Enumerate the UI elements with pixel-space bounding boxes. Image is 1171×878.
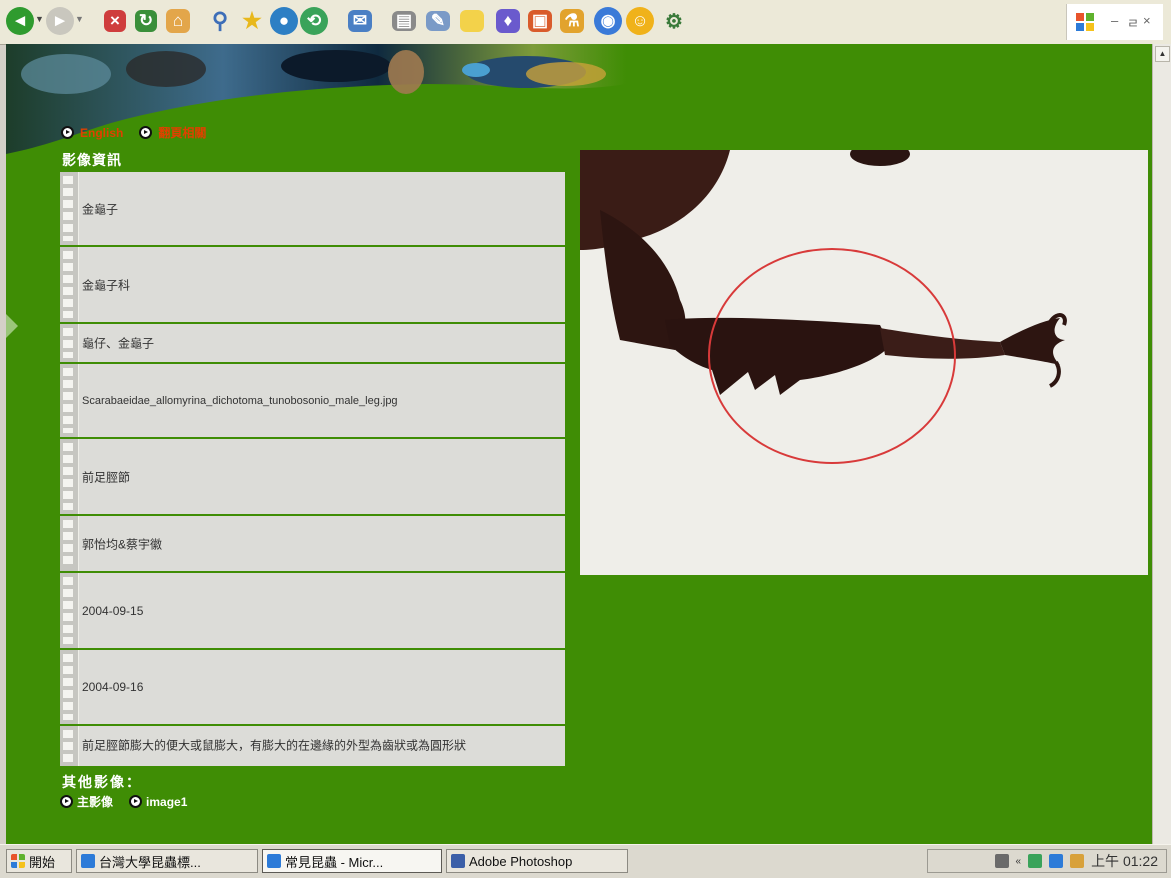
table-row: 金龜子 bbox=[60, 172, 565, 247]
messenger-icon[interactable]: ♦ bbox=[496, 9, 520, 33]
window-controls: – ㄹ × bbox=[1066, 4, 1163, 40]
english-link[interactable]: English bbox=[80, 126, 123, 140]
toolbox-icon[interactable]: ⚗ bbox=[560, 9, 584, 33]
task-label: 台灣大學昆蟲標... bbox=[99, 854, 201, 870]
row-value: 金龜子科 bbox=[82, 278, 131, 292]
home-icon[interactable]: ⌂ bbox=[166, 9, 190, 33]
row-value: 郭怡均&蔡宇徽 bbox=[82, 537, 163, 551]
research-icon[interactable]: ▣ bbox=[528, 10, 552, 32]
refresh-icon[interactable]: ↻ bbox=[135, 10, 157, 32]
smiley-icon[interactable]: ☺ bbox=[626, 7, 654, 35]
photoshop-icon bbox=[451, 854, 465, 868]
language-links: English 翻頁相關 bbox=[61, 124, 216, 141]
row-label-icon bbox=[60, 364, 79, 437]
other-images-title: 其他影像： bbox=[62, 774, 142, 790]
table-row: 前足脛節膨大的便大或鼠膨大，有膨大的在邊緣的外型為齒狀或為圓形狀 bbox=[60, 726, 565, 766]
row-label-icon bbox=[60, 726, 79, 766]
web-page: English 翻頁相關 影像資訊 金龜子 金龜子科 龜仔、金龜子 Scarab… bbox=[6, 44, 1153, 844]
bullet-icon bbox=[60, 795, 73, 808]
close-button[interactable]: × bbox=[1143, 13, 1151, 28]
row-label-icon bbox=[60, 516, 79, 571]
edit-icon[interactable]: ✎ bbox=[426, 11, 450, 31]
row-value: 龜仔、金龜子 bbox=[82, 336, 155, 351]
row-label-icon bbox=[60, 172, 79, 245]
scroll-up-icon[interactable]: ▲ bbox=[1155, 46, 1170, 62]
back-icon[interactable]: ◄ bbox=[6, 7, 34, 35]
bullet-icon bbox=[139, 126, 153, 139]
side-arrow-icon bbox=[6, 314, 18, 338]
row-label-icon bbox=[60, 573, 79, 648]
info-table: 金龜子 金龜子科 龜仔、金龜子 Scarabaeidae_allomyrina_… bbox=[60, 172, 565, 766]
restore-button[interactable]: ㄹ bbox=[1127, 13, 1139, 32]
other-images-links: 主影像 image1 bbox=[60, 793, 199, 810]
table-row: 前足脛節 bbox=[60, 439, 565, 516]
windows-logo-icon bbox=[11, 854, 25, 868]
table-row: 金龜子科 bbox=[60, 247, 565, 324]
row-value: Scarabaeidae_allomyrina_dichotoma_tunobo… bbox=[82, 394, 398, 407]
discuss-icon[interactable] bbox=[460, 10, 484, 32]
back-dropdown-icon[interactable]: ▼ bbox=[35, 14, 44, 24]
printer-icon[interactable] bbox=[994, 854, 1009, 868]
forward-icon[interactable]: ► bbox=[46, 7, 74, 35]
favorites-icon[interactable]: ★ bbox=[238, 7, 266, 35]
forward-dropdown-icon[interactable]: ▼ bbox=[75, 14, 84, 24]
row-value: 前足脛節膨大的便大或鼠膨大，有膨大的在邊緣的外型為齒狀或為圓形狀 bbox=[82, 738, 467, 753]
task-button-photoshop[interactable]: Adobe Photoshop bbox=[446, 849, 628, 873]
table-row: 郭怡均&蔡宇徽 bbox=[60, 516, 565, 573]
task-label: 常見昆蟲 - Micr... bbox=[285, 854, 384, 870]
bullet-icon bbox=[129, 795, 143, 808]
row-value: 2004-09-16 bbox=[82, 680, 144, 694]
messenger-tray-icon[interactable] bbox=[1070, 854, 1085, 868]
beetle-leg-photo bbox=[580, 150, 1148, 575]
minimize-button[interactable]: – bbox=[1111, 13, 1118, 28]
start-label: 開始 bbox=[29, 854, 56, 870]
browser-toolbar: ◄ ▼ ► ▼ × ↻ ⌂ ⚲ ★ ● ⟲ ✉ ▤ ✎ ♦ ▣ ⚗ ◉ ☺ ⚙ … bbox=[0, 0, 1171, 45]
clock[interactable]: 上午 01:22 bbox=[1091, 851, 1158, 871]
row-label-icon bbox=[60, 650, 79, 724]
system-tray: « 上午 01:22 bbox=[927, 849, 1167, 873]
row-label-icon bbox=[60, 247, 79, 322]
windows-flag-icon bbox=[1076, 13, 1094, 31]
table-row: Scarabaeidae_allomyrina_dichotoma_tunobo… bbox=[60, 364, 565, 439]
row-value: 金龜子 bbox=[82, 202, 119, 216]
media-icon[interactable]: ● bbox=[270, 7, 298, 35]
ie-icon bbox=[267, 854, 281, 868]
history-icon[interactable]: ⟲ bbox=[300, 7, 328, 35]
mail-icon[interactable]: ✉ bbox=[348, 10, 372, 32]
antivirus-icon[interactable] bbox=[1049, 854, 1064, 868]
task-button-ie-ntu[interactable]: 台灣大學昆蟲標... bbox=[76, 849, 258, 873]
table-row: 龜仔、金龜子 bbox=[60, 324, 565, 364]
info-title: 影像資訊 bbox=[62, 152, 122, 168]
image1-link[interactable]: image1 bbox=[146, 795, 187, 809]
row-value: 前足脛節 bbox=[82, 470, 131, 484]
print-icon[interactable]: ▤ bbox=[392, 11, 416, 31]
search-icon[interactable]: ⚲ bbox=[206, 7, 234, 35]
vertical-scrollbar[interactable]: ▲ bbox=[1152, 44, 1171, 844]
row-label-icon bbox=[60, 439, 79, 514]
table-row: 2004-09-16 bbox=[60, 650, 565, 726]
tools-icon[interactable]: ⚙ bbox=[660, 7, 688, 35]
task-label: Adobe Photoshop bbox=[469, 853, 573, 869]
bullet-icon bbox=[61, 126, 74, 139]
task-button-ie-insects[interactable]: 常見昆蟲 - Micr... bbox=[262, 849, 442, 873]
settings-icon[interactable]: ◉ bbox=[594, 7, 622, 35]
row-label-icon bbox=[60, 324, 79, 362]
start-button[interactable]: 開始 bbox=[6, 849, 72, 873]
taskbar: 開始 台灣大學昆蟲標... 常見昆蟲 - Micr... Adobe Photo… bbox=[0, 844, 1171, 878]
other-link[interactable]: 翻頁相關 bbox=[158, 124, 206, 141]
network-icon[interactable] bbox=[1028, 854, 1043, 868]
row-value: 2004-09-15 bbox=[82, 603, 144, 618]
stop-icon[interactable]: × bbox=[104, 10, 126, 32]
ie-icon bbox=[81, 854, 95, 868]
main-image-link[interactable]: 主影像 bbox=[77, 793, 113, 810]
tray-expand-icon[interactable]: « bbox=[1016, 856, 1022, 867]
table-row: 2004-09-15 bbox=[60, 573, 565, 650]
